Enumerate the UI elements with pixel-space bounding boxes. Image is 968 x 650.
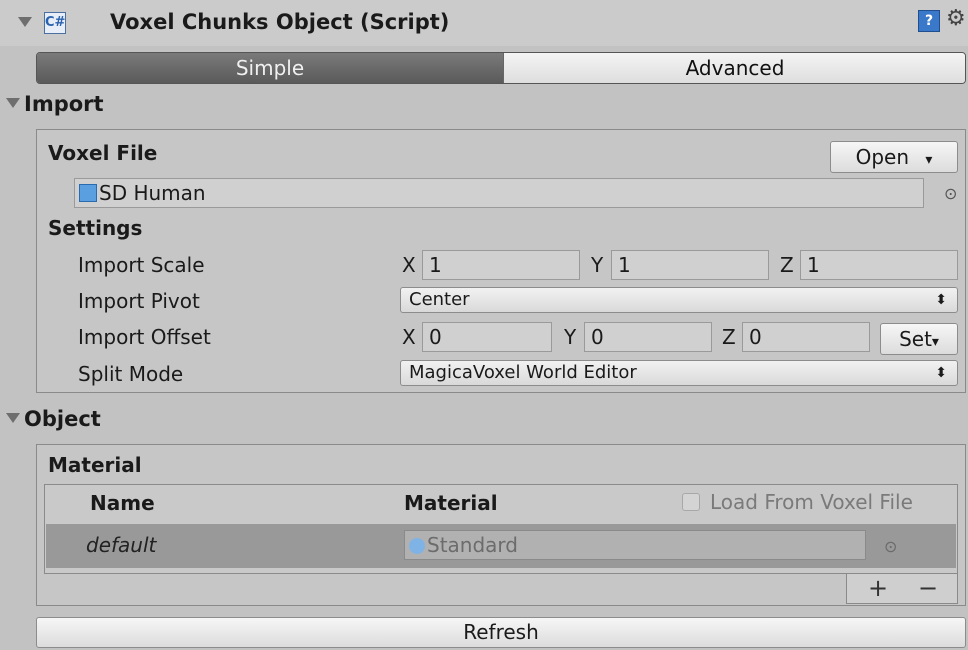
voxel-file-label: Voxel File (48, 141, 158, 165)
split-mode-label: Split Mode (78, 362, 184, 386)
foldout-arrow-icon[interactable] (18, 17, 32, 27)
tab-simple[interactable]: Simple (37, 53, 503, 83)
object-section-title: Object (24, 407, 101, 431)
refresh-button[interactable]: Refresh (36, 617, 966, 648)
import-pivot-dropdown[interactable]: Center ⬍ (400, 287, 958, 313)
tab-advanced[interactable]: Advanced (503, 53, 965, 83)
import-scale-x-label: X (402, 253, 416, 277)
import-offset-y-field[interactable]: 0 (584, 322, 712, 352)
load-from-voxel-file-checkbox[interactable] (682, 493, 700, 511)
import-section-title: Import (24, 92, 104, 116)
gear-icon[interactable]: ⚙ (946, 6, 966, 31)
column-header-name: Name (90, 491, 155, 515)
mode-tabs: Simple Advanced (36, 52, 966, 84)
help-icon[interactable]: ? (918, 10, 940, 32)
import-scale-x-field[interactable]: 1 (422, 250, 580, 280)
import-pivot-label: Import Pivot (78, 289, 200, 313)
load-from-voxel-file-label: Load From Voxel File (710, 490, 913, 514)
open-button[interactable]: Open ▾ (830, 141, 958, 173)
import-scale-z-label: Z (780, 253, 794, 277)
import-offset-x-field[interactable]: 0 (422, 322, 552, 352)
dropdown-arrows-icon: ⬍ (935, 292, 947, 308)
split-mode-value: MagicaVoxel World Editor (409, 362, 637, 383)
import-pivot-value: Center (409, 289, 470, 310)
voxel-file-value: SD Human (99, 181, 206, 205)
voxel-asset-icon (79, 184, 97, 202)
settings-label: Settings (48, 216, 143, 240)
component-title: Voxel Chunks Object (Script) (110, 10, 450, 34)
dropdown-arrow-icon: ▾ (925, 152, 933, 168)
import-scale-label: Import Scale (78, 253, 205, 277)
import-foldout-icon[interactable] (6, 98, 20, 108)
remove-button[interactable]: − (918, 574, 938, 602)
object-picker-icon[interactable]: ⊙ (944, 184, 957, 203)
add-button[interactable]: + (868, 574, 888, 602)
component-header: C# Voxel Chunks Object (Script) ? ⚙ (0, 0, 968, 46)
dropdown-arrows-icon: ⬍ (935, 365, 947, 381)
import-offset-label: Import Offset (78, 325, 211, 349)
import-scale-y-field[interactable]: 1 (611, 250, 769, 280)
material-sphere-icon (409, 538, 425, 554)
set-button[interactable]: Set▾ (880, 323, 958, 355)
import-scale-z-field[interactable]: 1 (800, 250, 958, 280)
set-button-label: Set (899, 327, 932, 351)
import-offset-z-field[interactable]: 0 (742, 322, 870, 352)
column-header-material: Material (404, 491, 498, 515)
list-footer (846, 574, 958, 604)
open-button-label: Open (855, 145, 910, 169)
voxel-file-field[interactable]: SD Human (74, 178, 924, 208)
row-material-field[interactable]: Standard (404, 530, 866, 560)
import-scale-y-label: Y (591, 253, 604, 277)
script-icon: C# (44, 12, 66, 34)
row-name: default (86, 533, 157, 557)
split-mode-dropdown[interactable]: MagicaVoxel World Editor ⬍ (400, 360, 958, 386)
import-offset-x-label: X (402, 325, 416, 349)
material-label: Material (48, 453, 142, 477)
import-offset-z-label: Z (722, 325, 736, 349)
dropdown-arrow-icon: ▾ (931, 334, 939, 350)
row-material-value: Standard (427, 533, 518, 557)
object-foldout-icon[interactable] (6, 413, 20, 423)
import-offset-y-label: Y (564, 325, 577, 349)
material-picker-icon[interactable]: ⊙ (884, 537, 897, 556)
